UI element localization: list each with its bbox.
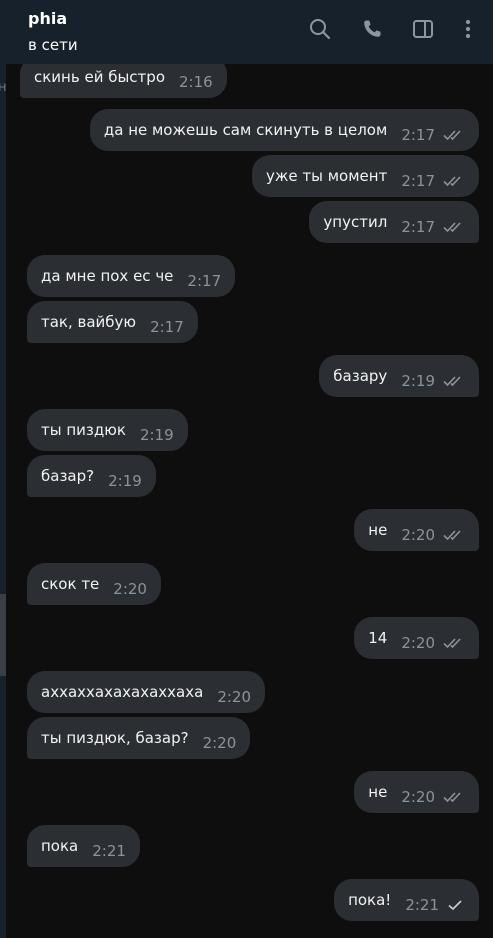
message-text: так, вайбую [41,313,137,331]
double-check-icon [443,175,465,187]
message-text: базару [333,367,388,385]
message-incoming[interactable]: скок те 2:20 [27,563,161,605]
message-text: не [368,783,388,801]
message-text: пока [41,837,79,855]
message-time: 2:20 [401,788,435,806]
chat-status: в сети [28,36,78,54]
message-time: 2:16 [179,73,213,91]
message-text: скинь ей быстро [34,68,165,86]
message-incoming[interactable]: ты пиздюк, базар? 2:20 [27,717,251,759]
message-outgoing[interactable]: не 2:20 [354,771,479,813]
message-outgoing[interactable]: базару 2:19 [319,355,479,397]
message-time: 2:21 [92,842,126,860]
message-time: 2:20 [401,526,435,544]
message-incoming[interactable]: да мне пох ес че 2:17 [27,255,236,297]
search-icon [308,17,332,45]
message-list[interactable]: скинь ей быстро 2:16 да не можешь сам ск… [6,64,493,938]
message-text: 14 [368,629,388,647]
toggle-sidebar-button[interactable] [408,16,438,46]
message-incoming[interactable]: базар? 2:19 [27,455,156,497]
double-check-icon [443,129,465,141]
message-time: 2:17 [187,272,222,290]
message-incoming[interactable]: аххаххахахахаххаха 2:20 [27,671,265,713]
message-incoming[interactable]: ты пиздюк 2:19 [27,409,188,451]
message-outgoing[interactable]: не 2:20 [354,509,479,551]
message-outgoing[interactable]: уже ты момент 2:17 [251,155,479,197]
message-text: аххаххахахахаххаха [41,683,204,701]
message-time: 2:19 [108,472,142,490]
chat-header: phia в сети [6,0,493,64]
message-outgoing[interactable]: 14 2:20 [354,617,479,659]
search-button[interactable] [305,16,335,46]
more-vertical-icon [456,17,480,45]
message-incoming[interactable]: скинь ей быстро 2:16 [20,64,227,98]
single-check-icon [447,899,465,911]
message-time: 2:19 [401,372,435,390]
message-time: 2:20 [113,580,147,598]
message-text: базар? [41,467,95,485]
message-time: 2:17 [401,126,435,144]
message-outgoing[interactable]: упустил 2:17 [309,201,479,243]
message-time: 2:17 [401,218,435,236]
message-text: не [368,521,388,539]
message-text: упустил [323,213,388,231]
message-text: ты пиздюк [41,421,126,439]
call-button[interactable] [357,16,387,46]
message-time: 2:21 [405,896,439,914]
message-text: скок те [41,575,100,593]
more-menu-button[interactable] [453,16,483,46]
message-outgoing[interactable]: пока! 2:21 [334,879,479,921]
message-incoming[interactable]: пока 2:21 [27,825,140,867]
message-time: 2:20 [217,688,251,706]
double-check-icon [443,791,465,803]
message-text: да не можешь сам скинуть в целом [103,121,388,139]
message-text: ты пиздюк, базар? [41,729,189,747]
double-check-icon [443,637,465,649]
message-time: 2:19 [139,426,174,444]
message-text: пока! [348,891,392,909]
sidebar-toggle-icon [411,17,435,45]
message-time: 2:17 [150,318,184,336]
message-time: 2:17 [401,172,435,190]
message-incoming[interactable]: так, вайбую 2:17 [27,301,198,343]
phone-icon [360,17,384,45]
message-text: да мне пох ес че [41,267,174,285]
double-check-icon [443,375,465,387]
message-time: 2:20 [202,734,237,752]
message-text: уже ты момент [265,167,388,185]
double-check-icon [443,529,465,541]
message-time: 2:20 [401,634,435,652]
double-check-icon [443,221,465,233]
chat-title[interactable]: phia [28,9,67,28]
message-outgoing[interactable]: да не можешь сам скинуть в целом 2:17 [89,109,479,151]
